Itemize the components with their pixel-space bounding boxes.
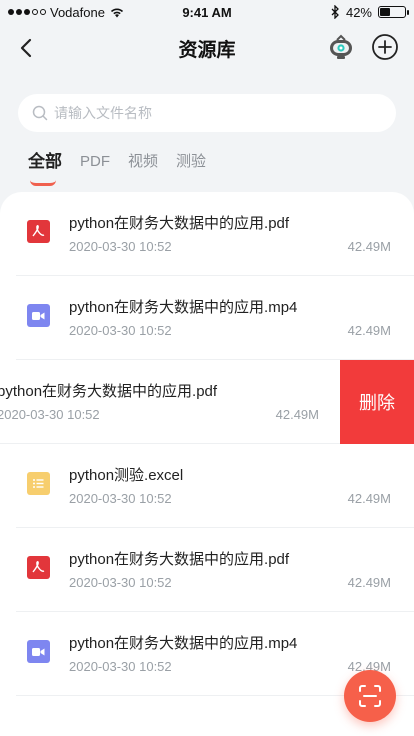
search-input[interactable]: [54, 105, 374, 121]
active-tab-indicator: [30, 180, 56, 186]
tab-all[interactable]: 全部: [28, 150, 62, 186]
delete-button[interactable]: 删除: [340, 360, 414, 444]
file-row-swiped[interactable]: python在财务大数据中的应用.pdf 2020-03-30 10:52 42…: [0, 360, 414, 444]
battery-percent: 42%: [345, 4, 372, 20]
robot-icon: [330, 34, 352, 59]
file-name: python在财务大数据中的应用.pdf: [69, 551, 290, 568]
tab-label: 测验: [176, 153, 207, 170]
file-date: 2020-03-30 10:52: [0, 407, 100, 422]
file-size: 42.49M: [347, 491, 391, 506]
tab-label: 视频: [128, 153, 159, 170]
file-name: python在财务大数据中的应用.mp4: [69, 299, 298, 316]
file-row[interactable]: python在财务大数据中的应用.pdf 2020-03-30 10:52 42…: [0, 192, 414, 276]
carrier-info: Vodafone: [8, 5, 125, 20]
pdf-icon: [27, 556, 50, 579]
file-list: python在财务大数据中的应用.pdf 2020-03-30 10:52 42…: [0, 192, 414, 736]
tab-pdf[interactable]: PDF: [80, 150, 110, 174]
file-date: 2020-03-30 10:52: [69, 239, 172, 254]
wifi-icon: [110, 8, 124, 18]
tab-video[interactable]: 视频: [128, 150, 158, 174]
scan-icon: [359, 685, 381, 707]
file-row[interactable]: python在财务大数据中的应用.pdf 2020-03-30 10:52 42…: [0, 528, 414, 612]
nav-actions: [326, 32, 400, 62]
file-name: python在财务大数据中的应用.mp4: [69, 635, 298, 652]
nav-bar: 资源库: [0, 24, 414, 72]
scan-button[interactable]: [344, 670, 396, 722]
page-title: 资源库: [178, 39, 236, 61]
robot-button[interactable]: [326, 32, 356, 62]
search-icon: [32, 105, 48, 121]
file-date: 2020-03-30 10:52: [69, 323, 172, 338]
filter-tabs: 全部 PDF 视频 测验: [28, 148, 206, 186]
file-row[interactable]: python测验.excel 2020-03-30 10:52 42.49M: [0, 444, 414, 528]
file-name: python在财务大数据中的应用.pdf: [69, 215, 290, 232]
file-row[interactable]: python在财务大数据中的应用.mp4 2020-03-30 10:52 42…: [0, 276, 414, 360]
tab-label: 全部: [28, 152, 62, 171]
video-icon: [27, 304, 50, 327]
file-name: python在财务大数据中的应用.pdf: [0, 383, 218, 400]
video-icon: [27, 640, 50, 663]
tab-label: PDF: [80, 153, 110, 170]
file-date: 2020-03-30 10:52: [69, 659, 172, 674]
carrier-label: Vodafone: [50, 4, 105, 20]
search-bar[interactable]: [18, 94, 396, 132]
pdf-icon: [27, 220, 50, 243]
chevron-left-icon: [20, 38, 32, 58]
battery-level: [380, 8, 391, 16]
add-circle-icon: [372, 34, 398, 60]
status-right: 42%: [331, 4, 409, 20]
status-bar: Vodafone 9:41 AM 42%: [0, 0, 414, 24]
quiz-icon: [27, 472, 50, 495]
signal-icon: [8, 9, 46, 15]
swiped-row-content: python在财务大数据中的应用.pdf 2020-03-30 10:52 42…: [0, 360, 342, 444]
file-date: 2020-03-30 10:52: [69, 491, 172, 506]
tab-quiz[interactable]: 测验: [176, 150, 206, 174]
file-size: 42.49M: [275, 407, 319, 422]
file-size: 42.49M: [347, 575, 391, 590]
bluetooth-icon: [331, 5, 339, 19]
add-button[interactable]: [370, 32, 400, 62]
file-name: python测验.excel: [69, 467, 184, 484]
file-size: 42.49M: [347, 323, 391, 338]
file-size: 42.49M: [347, 239, 391, 254]
battery-icon: [378, 6, 409, 18]
file-date: 2020-03-30 10:52: [69, 575, 172, 590]
back-button[interactable]: [12, 34, 40, 62]
